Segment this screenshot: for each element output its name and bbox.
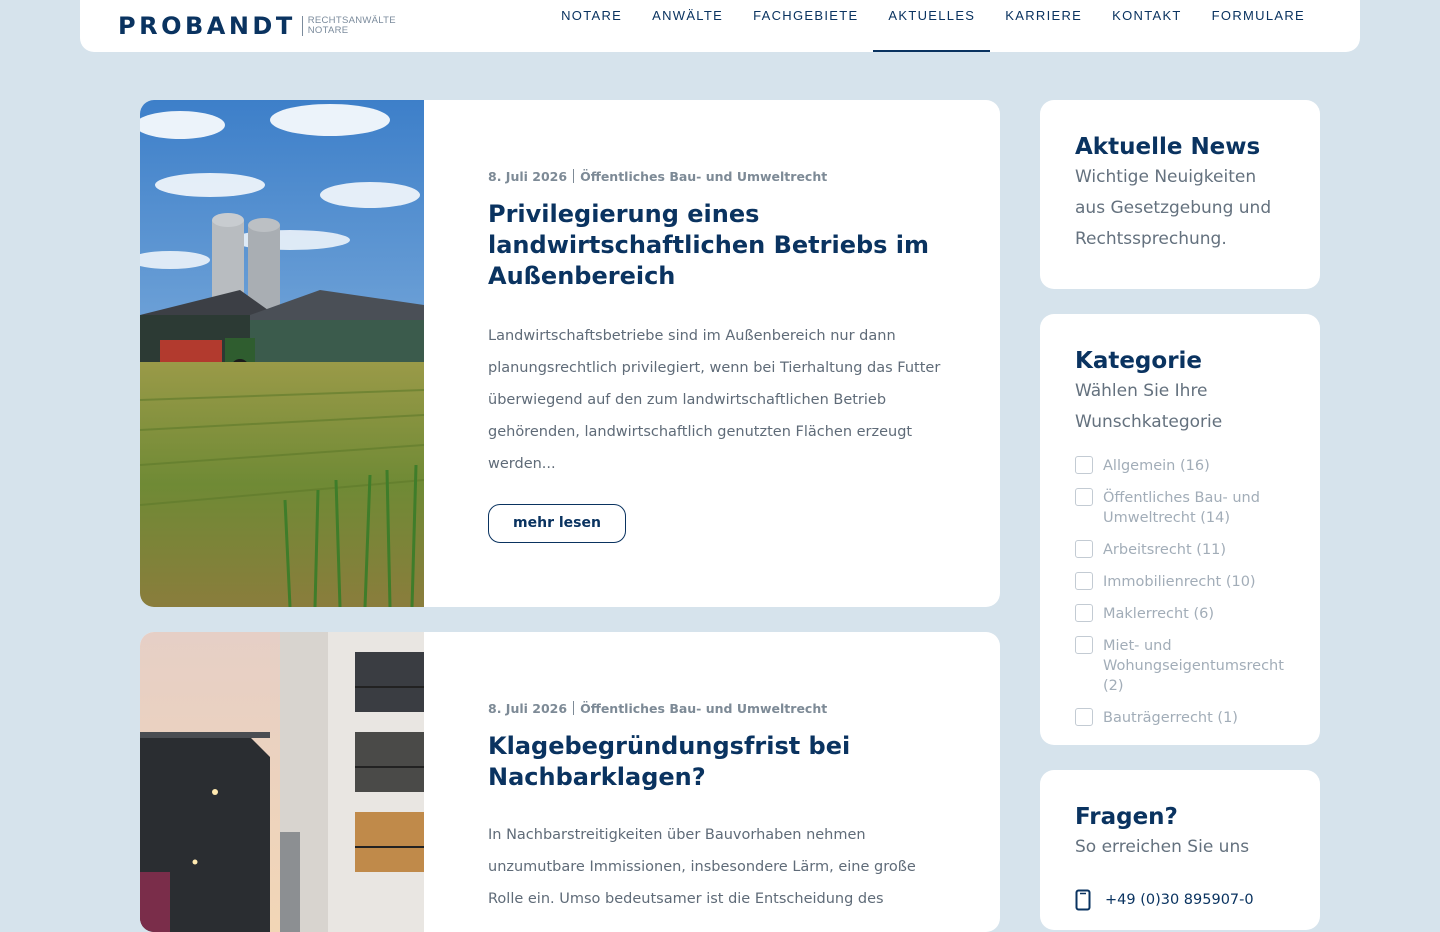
category-item[interactable]: Immobilienrecht (10) — [1075, 572, 1290, 592]
category-label: Immobilienrecht (10) — [1103, 574, 1256, 590]
nav-item-aktuelles[interactable]: AKTUELLES — [873, 0, 991, 52]
category-item[interactable]: Bauträgerrecht (1) — [1075, 708, 1290, 728]
category-list: Allgemein (16) Öffentliches Bau- und Umw… — [1075, 456, 1290, 728]
news-box: Aktuelle News Wichtige Neuigkeiten aus G… — [1040, 100, 1320, 289]
category-checkbox[interactable] — [1075, 604, 1093, 622]
category-label: Maklerrecht (6) — [1103, 606, 1215, 622]
category-label: Allgemein (16) — [1103, 458, 1210, 474]
farm-image[interactable] — [140, 100, 424, 607]
category-checkbox[interactable] — [1075, 708, 1093, 726]
nav-item-notare[interactable]: NOTARE — [546, 0, 637, 52]
category-checkbox[interactable] — [1075, 572, 1093, 590]
post-excerpt: In Nachbarstreitigkeiten über Bauvorhabe… — [488, 827, 916, 907]
logo-line-2: NOTARE — [307, 25, 349, 36]
nav-item-fachgebiete[interactable]: FACHGEBIETE — [738, 0, 873, 52]
contact-title: Fragen? — [1075, 804, 1178, 830]
logo-wordmark: PROBANDT — [118, 12, 296, 40]
category-label: Arbeitsrecht (11) — [1103, 542, 1227, 558]
logo[interactable]: PROBANDT RECHTSANWÄLTE NOTARE — [118, 12, 396, 40]
post-content: 8. Juli 2026 Öffentliches Bau- und Umwelt… — [488, 169, 942, 543]
category-checkbox[interactable] — [1075, 540, 1093, 558]
nav-item-formulare[interactable]: FORMULARE — [1197, 0, 1320, 52]
category-checkbox[interactable] — [1075, 456, 1093, 474]
post-category[interactable]: Öffentliches Bau- und Umweltrecht — [580, 169, 827, 184]
news-title: Aktuelle News — [1075, 134, 1261, 160]
phone-icon — [1075, 889, 1091, 911]
building-image[interactable] — [140, 632, 424, 932]
post-card: 8. Juli 2026 Öffentliches Bau- und Umwelt… — [140, 632, 1000, 932]
category-label: Miet- und Wohungseigentumsrecht (2) — [1103, 638, 1284, 694]
post-date: 8. Juli 2026 — [488, 701, 568, 716]
nav-item-anwaelte[interactable]: ANWÄLTE — [637, 0, 738, 52]
post-title[interactable]: Klagebegründungsfrist bei Nachbarklagen? — [488, 731, 942, 793]
post-title[interactable]: Privilegierung eines landwirtschaftliche… — [488, 199, 942, 292]
category-title: Kategorie — [1075, 348, 1203, 374]
category-subtitle: Wählen Sie Ihre Wunschkategorie — [1075, 381, 1223, 432]
category-item[interactable]: Maklerrecht (6) — [1075, 604, 1290, 624]
category-item[interactable]: Miet- und Wohungseigentumsrecht (2) — [1075, 636, 1290, 696]
phone-link[interactable]: +49 (0)30 895907-0 — [1075, 889, 1290, 911]
category-label: Öffentliches Bau- und Umweltrecht (14) — [1103, 490, 1260, 526]
category-item[interactable]: Arbeitsrecht (11) — [1075, 540, 1290, 560]
nav-item-kontakt[interactable]: KONTAKT — [1097, 0, 1197, 52]
post-content: 8. Juli 2026 Öffentliches Bau- und Umwelt… — [488, 701, 942, 915]
post-excerpt: Landwirtschaftsbetriebe sind im Außenber… — [488, 328, 941, 472]
nav-item-karriere[interactable]: KARRIERE — [990, 0, 1097, 52]
category-box: Kategorie Wählen Sie Ihre Wunschkategori… — [1040, 314, 1320, 745]
category-label: Bauträgerrecht (1) — [1103, 710, 1238, 726]
post-meta: 8. Juli 2026 Öffentliches Bau- und Umwelt… — [488, 701, 942, 716]
contact-box: Fragen? So erreichen Sie uns +49 (0)30 8… — [1040, 770, 1320, 930]
logo-subtitle: RECHTSANWÄLTE NOTARE — [301, 16, 396, 36]
read-more-button[interactable]: mehr lesen — [488, 504, 626, 543]
contact-subtitle: So erreichen Sie uns — [1075, 837, 1250, 857]
post-category[interactable]: Öffentliches Bau- und Umweltrecht — [580, 701, 827, 716]
main-nav: NOTARE ANWÄLTE FACHGEBIETE AKTUELLES KAR… — [546, 0, 1360, 52]
category-checkbox[interactable] — [1075, 488, 1093, 506]
category-item[interactable]: Allgemein (16) — [1075, 456, 1290, 476]
post-date: 8. Juli 2026 — [488, 169, 568, 184]
site-header: PROBANDT RECHTSANWÄLTE NOTARE NOTARE ANW… — [80, 0, 1360, 52]
category-checkbox[interactable] — [1075, 636, 1093, 654]
news-subtitle: Wichtige Neuigkeiten aus Gesetzgebung un… — [1075, 167, 1272, 249]
post-card: 8. Juli 2026 Öffentliches Bau- und Umwelt… — [140, 100, 1000, 607]
category-item[interactable]: Öffentliches Bau- und Umweltrecht (14) — [1075, 488, 1290, 528]
phone-number[interactable]: +49 (0)30 895907-0 — [1105, 892, 1254, 908]
post-meta: 8. Juli 2026 Öffentliches Bau- und Umwelt… — [488, 169, 942, 184]
